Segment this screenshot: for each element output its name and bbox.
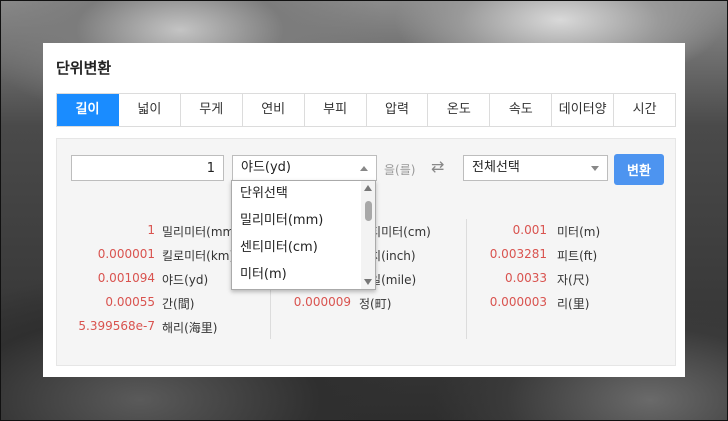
dropdown-option[interactable]: 단위선택 — [232, 181, 375, 208]
result-row: 0.001 미터(m) — [467, 219, 677, 243]
tab-speed[interactable]: 속도 — [490, 94, 553, 126]
result-unit: 리(里) — [557, 297, 590, 311]
result-unit: 해리(海里) — [162, 321, 218, 335]
dropdown-option[interactable]: 미터(m) — [232, 262, 375, 289]
result-value: 0.003281 — [489, 247, 547, 261]
tab-weight[interactable]: 무게 — [180, 94, 243, 126]
swap-icon[interactable]: ⇄ — [431, 157, 444, 176]
category-tabs: 길이 넓이 무게 연비 부피 압력 온도 속도 데이터양 시간 — [56, 93, 677, 127]
result-unit: 간(間) — [162, 297, 195, 311]
dropdown-option[interactable]: 센티미터(cm) — [232, 235, 375, 262]
result-row: 0.000003 리(里) — [467, 291, 677, 315]
result-unit: 정(町) — [359, 297, 392, 311]
result-row: 0.00055 간(間) — [57, 291, 270, 315]
from-unit-dropdown-list: 단위선택 밀리미터(mm) 센티미터(cm) 미터(m) — [231, 180, 376, 290]
tab-volume[interactable]: 부피 — [304, 94, 367, 126]
result-value: 0.000001 — [97, 247, 155, 261]
tab-fuel-economy[interactable]: 연비 — [242, 94, 305, 126]
result-row: 0.000009 정(町) — [271, 291, 466, 315]
result-value: 0.001 — [512, 223, 547, 237]
result-unit: 킬로미터(km) — [162, 249, 235, 263]
widget-title: 단위변환 — [56, 59, 112, 77]
from-unit-selected: 야드(yd) — [241, 160, 292, 175]
tab-pressure[interactable]: 압력 — [366, 94, 429, 126]
result-unit: 피트(ft) — [557, 249, 598, 263]
result-value: 0.000009 — [293, 295, 351, 309]
result-row: 0.003281 피트(ft) — [467, 243, 677, 267]
tab-area[interactable]: 넓이 — [118, 94, 181, 126]
to-unit-select[interactable]: 전체선택 — [463, 155, 608, 181]
dropdown-scrollbar[interactable] — [361, 181, 375, 289]
chevron-up-icon — [360, 166, 368, 171]
result-unit: 밀리미터(mm) — [162, 225, 239, 239]
particle-label: 을(를) — [384, 163, 416, 177]
result-value: 1 — [147, 223, 155, 237]
result-unit: 자(尺) — [557, 273, 590, 287]
chevron-down-icon — [591, 166, 599, 171]
scroll-up-arrow-icon[interactable] — [364, 185, 372, 191]
results-column-3: 0.001 미터(m) 0.003281 피트(ft) 0.0033 자(尺) 0.0… — [466, 219, 677, 339]
value-input[interactable] — [71, 155, 224, 181]
result-value: 0.000003 — [489, 295, 547, 309]
tab-time[interactable]: 시간 — [614, 94, 677, 126]
result-unit: 미터(m) — [557, 225, 601, 239]
tab-temperature[interactable]: 온도 — [428, 94, 491, 126]
result-row: 5.399568e-7 해리(海里) — [57, 315, 270, 339]
result-row: 0.0033 자(尺) — [467, 267, 677, 291]
result-value: 0.001094 — [97, 271, 155, 285]
convert-button[interactable]: 변환 — [614, 154, 664, 185]
from-unit-select[interactable]: 야드(yd) — [232, 155, 377, 181]
tab-data-size[interactable]: 데이터양 — [552, 94, 615, 126]
scroll-down-arrow-icon[interactable] — [364, 279, 372, 285]
dropdown-option[interactable]: 밀리미터(mm) — [232, 208, 375, 235]
tab-length[interactable]: 길이 — [57, 94, 119, 126]
to-unit-selected: 전체선택 — [472, 160, 520, 175]
result-value: 5.399568e-7 — [78, 319, 155, 333]
result-value: 0.00055 — [105, 295, 155, 309]
result-value: 0.0033 — [505, 271, 547, 285]
result-unit: 야드(yd) — [162, 273, 209, 287]
scrollbar-thumb[interactable] — [365, 201, 372, 221]
